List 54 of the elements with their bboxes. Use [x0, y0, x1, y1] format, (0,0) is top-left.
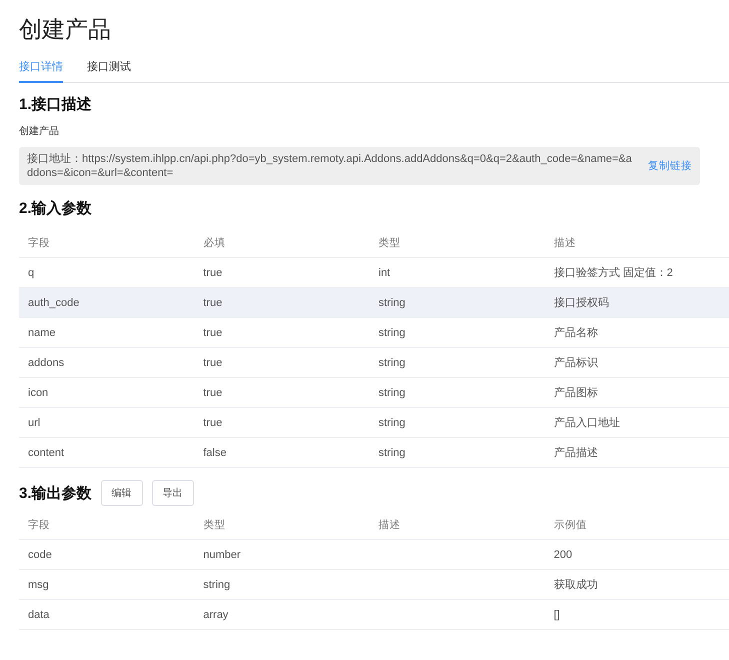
url-text: 接口地址：https://system.ihlpp.cn/api.php?do=yb_system.remoty.api.Addons.addAddons&q=0&q=2&auth_code=&name=&addons=&icon=&url=&content=	[27, 152, 633, 180]
table-cell-text: 产品标识	[554, 356, 599, 370]
table-cell-text: number	[203, 548, 242, 560]
page-title: 创建产品	[19, 15, 112, 44]
column-header: 描述	[378, 518, 402, 532]
table-cell-text: name	[28, 326, 57, 338]
table-cell-text: content	[28, 446, 66, 458]
toolbar-button[interactable]: 导出	[152, 480, 194, 506]
table-cell-text: int	[378, 266, 392, 278]
table-cell-text: msg	[28, 578, 50, 590]
table-cell-text: auth_code	[28, 296, 80, 308]
table-cell-text: string	[203, 578, 232, 590]
table-cell-text: code	[28, 548, 53, 560]
table-cell-text: true	[203, 266, 224, 278]
table-cell-text: addons	[28, 356, 66, 368]
column-header: 必填	[203, 236, 226, 250]
table-cell-text: []	[554, 608, 561, 620]
column-header: 类型	[203, 518, 226, 532]
table-cell-text: q	[28, 266, 36, 278]
table-cell-text: 接口授权码	[554, 296, 610, 310]
column-header: 示例值	[554, 518, 588, 532]
table-cell-text: string	[378, 386, 406, 398]
section-heading: 1.接口描述	[19, 95, 93, 114]
table-cell-text: true	[203, 356, 224, 368]
table-cell-text: icon	[28, 386, 50, 398]
table-cell-text: true	[203, 386, 224, 398]
table-cell-text: 200	[554, 548, 574, 560]
table-cell-text: array	[203, 608, 230, 620]
table-cell-text: 产品描述	[554, 446, 599, 460]
table-cell-text: false	[203, 446, 228, 458]
table-cell-text: url	[28, 416, 42, 428]
column-header: 描述	[554, 236, 577, 250]
table-cell-text: 产品入口地址	[554, 416, 621, 430]
table-cell-text: string	[378, 416, 406, 428]
column-header: 类型	[378, 236, 402, 250]
table-cell-text: string	[378, 446, 406, 458]
table-cell-text: 产品名称	[554, 326, 599, 340]
table-cell-text: true	[203, 296, 224, 308]
tab[interactable]: 接口测试	[87, 59, 131, 83]
table-cell-text: data	[28, 608, 50, 620]
description-text: 创建产品	[19, 124, 60, 138]
table-cell-text: string	[378, 296, 406, 308]
table-cell-text: 获取成功	[554, 578, 599, 592]
table-cell-text: 产品图标	[554, 386, 599, 400]
table-cell-text: string	[378, 356, 406, 368]
section-heading: 2.输入参数	[19, 199, 93, 218]
table-cell-text: true	[203, 326, 224, 338]
column-header: 字段	[28, 518, 51, 532]
table-cell-text: true	[203, 416, 224, 428]
column-header: 字段	[28, 236, 51, 250]
toolbar-button[interactable]: 编辑	[100, 480, 143, 506]
table-cell-text: 接口验签方式 固定值：2	[554, 266, 674, 280]
section-heading: 3.输出参数	[19, 484, 92, 502]
table-cell-text: string	[378, 326, 406, 338]
